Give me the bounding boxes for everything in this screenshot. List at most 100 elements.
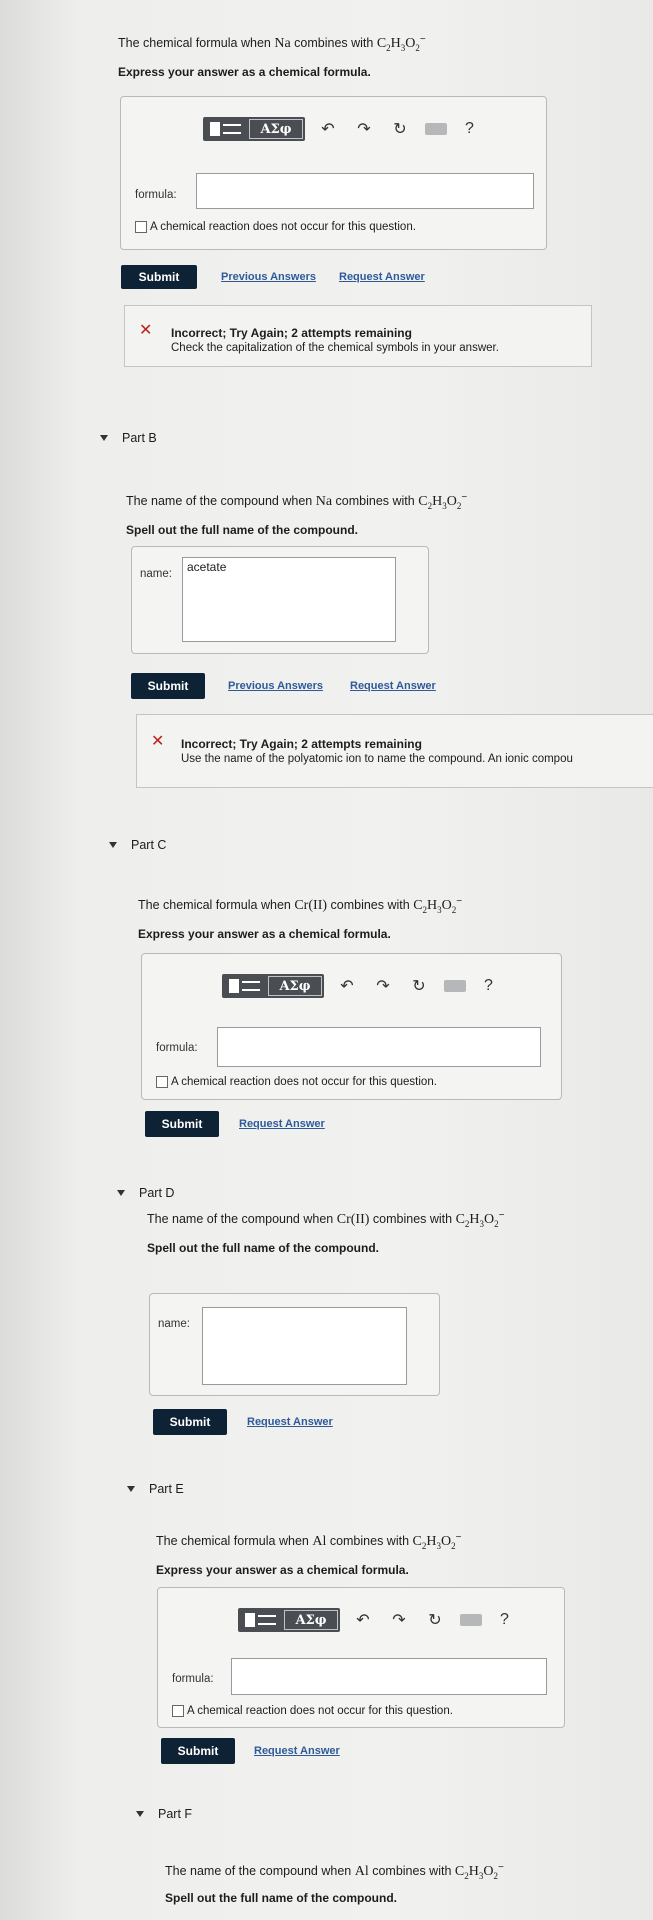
partE-submit-button[interactable]: Submit: [161, 1738, 235, 1764]
partC-no-reaction-option[interactable]: A chemical reaction does not occur for t…: [156, 1076, 437, 1088]
partD-charge: −: [498, 1210, 505, 1221]
partB-previous-answers-link[interactable]: Previous Answers: [228, 680, 323, 692]
partD-submit-button[interactable]: Submit: [153, 1409, 227, 1435]
redo-icon[interactable]: ↷: [351, 119, 377, 139]
partB-request-answer-link[interactable]: Request Answer: [350, 680, 436, 692]
reset-icon[interactable]: ↻: [406, 976, 432, 996]
partB-question-text: The name of the compound when Na combine…: [126, 492, 468, 511]
partE-request-answer-link[interactable]: Request Answer: [254, 1745, 340, 1757]
partA-formula-input[interactable]: [196, 173, 534, 209]
partF-instruction: Spell out the full name of the compound.: [165, 1890, 397, 1905]
partA-feedback: ✕ Incorrect; Try Again; 2 attempts remai…: [124, 305, 592, 367]
collapse-caret-icon[interactable]: [109, 842, 117, 848]
partD-question: The name of the compound when Cr(II) com…: [147, 1210, 505, 1255]
partB-answer-box: name: acetate: [131, 546, 429, 654]
partC-question: The chemical formula when Cr(II) combine…: [138, 896, 462, 941]
partB-name-label: name:: [140, 568, 172, 580]
partB-metal: Na: [315, 494, 333, 510]
partA-previous-answers-link[interactable]: Previous Answers: [221, 271, 316, 283]
partA-question-text: The chemical formula when Na combines wi…: [118, 34, 426, 53]
partD-header[interactable]: Part D: [117, 1186, 174, 1200]
partA-no-reaction-checkbox[interactable]: [135, 221, 147, 233]
redo-icon[interactable]: ↷: [386, 1610, 412, 1630]
help-icon[interactable]: ?: [500, 1611, 509, 1629]
collapse-caret-icon[interactable]: [127, 1486, 135, 1492]
greek-symbols-button[interactable]: ΑΣφ: [268, 976, 322, 996]
partA-anion: C2H3O2: [376, 36, 420, 53]
collapse-caret-icon[interactable]: [100, 435, 108, 441]
help-icon[interactable]: ?: [484, 977, 493, 995]
undo-icon[interactable]: ↶: [350, 1610, 376, 1630]
partF-question-text: The name of the compound when Al combine…: [165, 1862, 504, 1881]
template-icon[interactable]: [222, 974, 266, 998]
page: The chemical formula when Na combines wi…: [0, 0, 653, 1920]
partE-formula-label: formula:: [172, 1673, 214, 1685]
partB-question: The name of the compound when Na combine…: [126, 492, 467, 537]
keyboard-icon[interactable]: [444, 980, 466, 992]
greek-symbols-button[interactable]: ΑΣφ: [284, 1610, 338, 1630]
reset-icon[interactable]: ↻: [387, 119, 413, 139]
partC-no-reaction-checkbox[interactable]: [156, 1076, 168, 1088]
partA-question: The chemical formula when Na combines wi…: [118, 34, 426, 79]
partB-submit-button[interactable]: Submit: [131, 673, 205, 699]
partF-metal: Al: [354, 1864, 369, 1880]
partA-no-reaction-option[interactable]: A chemical reaction does not occur for t…: [135, 221, 416, 233]
partC-submit-button[interactable]: Submit: [145, 1111, 219, 1137]
partE-metal: Al: [312, 1534, 327, 1550]
partB-feedback-title: Incorrect; Try Again; 2 attempts remaini…: [181, 737, 422, 751]
partB-charge: −: [461, 492, 468, 503]
partD-anion: C2H3O2: [455, 1212, 499, 1229]
partF-header[interactable]: Part F: [136, 1807, 192, 1821]
partA-metal: Na: [274, 36, 291, 52]
partE-no-reaction-option[interactable]: A chemical reaction does not occur for t…: [172, 1705, 453, 1717]
partA-feedback-title: Incorrect; Try Again; 2 attempts remaini…: [171, 326, 412, 340]
partA-feedback-message: Check the capitalization of the chemical…: [171, 342, 499, 354]
keyboard-icon[interactable]: [460, 1614, 482, 1626]
partB-name-input[interactable]: acetate: [182, 557, 396, 642]
partE-header[interactable]: Part E: [127, 1482, 184, 1496]
partC-formula-input[interactable]: [217, 1027, 541, 1067]
undo-icon[interactable]: ↶: [315, 119, 341, 139]
partF-charge: −: [497, 1862, 504, 1873]
partE-anion: C2H3O2: [412, 1534, 456, 1551]
partA-submit-button[interactable]: Submit: [121, 265, 197, 289]
partE-formula-input[interactable]: [231, 1658, 547, 1695]
partC-formula-label: formula:: [156, 1042, 198, 1054]
collapse-caret-icon[interactable]: [136, 1811, 144, 1817]
partC-request-answer-link[interactable]: Request Answer: [239, 1118, 325, 1130]
partB-header[interactable]: Part B: [100, 431, 157, 445]
partC-question-text: The chemical formula when Cr(II) combine…: [138, 896, 463, 915]
partE-no-reaction-checkbox[interactable]: [172, 1705, 184, 1717]
partC-toolbar-group: ΑΣφ: [222, 974, 324, 998]
greek-symbols-button[interactable]: ΑΣφ: [249, 119, 303, 139]
partD-answer-box: name:: [149, 1293, 440, 1396]
partD-metal: Cr(II): [336, 1212, 370, 1228]
partA-instruction: Express your answer as a chemical formul…: [118, 64, 371, 79]
partC-header[interactable]: Part C: [109, 838, 166, 852]
partF-question: The name of the compound when Al combine…: [165, 1862, 504, 1905]
partA-toolbar-group: ΑΣφ: [203, 117, 305, 141]
incorrect-icon: ✕: [151, 733, 165, 750]
partD-request-answer-link[interactable]: Request Answer: [247, 1416, 333, 1428]
keyboard-icon[interactable]: [425, 123, 447, 135]
partB-instruction: Spell out the full name of the compound.: [126, 522, 358, 537]
help-icon[interactable]: ?: [465, 120, 474, 138]
reset-icon[interactable]: ↻: [422, 1610, 448, 1630]
template-icon[interactable]: [203, 117, 247, 141]
partE-toolbar-group: ΑΣφ: [238, 1608, 340, 1632]
partC-anion: C2H3O2: [413, 898, 457, 915]
template-icon[interactable]: [238, 1608, 282, 1632]
undo-icon[interactable]: ↶: [334, 976, 360, 996]
redo-icon[interactable]: ↷: [370, 976, 396, 996]
partE-instruction: Express your answer as a chemical formul…: [156, 1562, 409, 1577]
incorrect-icon: ✕: [139, 322, 153, 339]
partA-charge: −: [419, 34, 426, 45]
partB-feedback: ✕ Incorrect; Try Again; 2 attempts remai…: [136, 714, 653, 788]
collapse-caret-icon[interactable]: [117, 1190, 125, 1196]
partC-metal: Cr(II): [294, 898, 328, 914]
partE-question: The chemical formula when Al combines wi…: [156, 1532, 461, 1577]
partC-instruction: Express your answer as a chemical formul…: [138, 926, 391, 941]
partA-request-answer-link[interactable]: Request Answer: [339, 271, 425, 283]
partD-name-input[interactable]: [202, 1307, 407, 1385]
partA-toolbar: ΑΣφ ↶ ↷ ↻ ?: [203, 117, 474, 141]
